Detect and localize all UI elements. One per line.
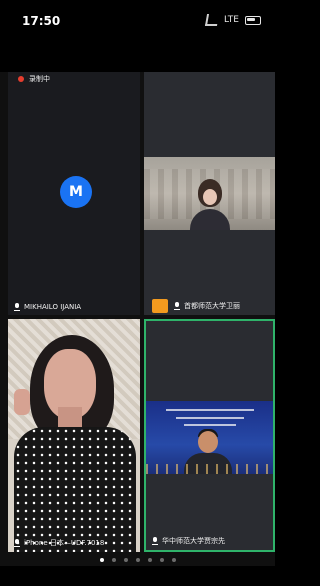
- page-dot[interactable]: [135, 558, 140, 562]
- battery-icon: [245, 15, 261, 25]
- status-time: 17:50: [22, 14, 61, 28]
- participant-tile-4[interactable]: 华中师范大学贾宗先: [144, 319, 275, 552]
- participant-video: [146, 401, 273, 474]
- page-dot[interactable]: [159, 558, 164, 562]
- meeting-screen: 17:50 LTE 录制中 M MIKHAILO IJANIA 首都师范大学卫丽…: [0, 0, 275, 586]
- record-dot-icon: [18, 76, 24, 82]
- person-face: [198, 431, 218, 453]
- person-body: [14, 427, 136, 552]
- mic-muted-icon: [174, 302, 180, 310]
- participant-name: iPhone 日本—UDF.7018: [24, 539, 105, 547]
- participant-label: 首都师范大学卫丽: [174, 301, 240, 311]
- page-dot[interactable]: [111, 558, 116, 562]
- recording-indicator: 录制中: [18, 74, 50, 84]
- host-badge-icon: [152, 299, 168, 313]
- mic-muted-icon: [14, 539, 20, 547]
- stage-lights: [146, 464, 273, 474]
- page-indicator[interactable]: [0, 554, 275, 566]
- network-label: LTE: [224, 15, 239, 25]
- participant-name: 华中师范大学贾宗先: [162, 537, 225, 545]
- page-dot[interactable]: [147, 558, 152, 562]
- mic-muted-icon: [14, 303, 20, 311]
- participant-tile-1[interactable]: 录制中 M MIKHAILO IJANIA: [8, 72, 140, 315]
- participant-tile-3[interactable]: iPhone 日本—UDF.7018: [8, 319, 140, 552]
- avatar: M: [60, 176, 92, 208]
- participant-tile-2[interactable]: 首都师范大学卫丽: [144, 72, 275, 315]
- top-gap: [0, 44, 275, 72]
- person-face: [203, 189, 217, 205]
- video-grid: 录制中 M MIKHAILO IJANIA 首都师范大学卫丽 iPhone 日本…: [8, 72, 275, 552]
- participant-label: 华中师范大学贾宗先: [152, 536, 225, 546]
- status-icons: LTE: [204, 14, 261, 26]
- page-dot[interactable]: [99, 558, 104, 562]
- signal-icon: [204, 14, 220, 26]
- participant-label: MIKHAILO IJANIA: [14, 303, 81, 311]
- person-hand: [14, 389, 30, 415]
- participant-name: MIKHAILO IJANIA: [24, 303, 82, 311]
- recording-label: 录制中: [29, 75, 50, 83]
- page-dot[interactable]: [171, 558, 176, 562]
- status-bar: 17:50 LTE: [0, 0, 275, 44]
- participant-label: iPhone 日本—UDF.7018: [14, 538, 104, 548]
- bottom-bar: [0, 566, 275, 586]
- participant-video: [144, 157, 275, 230]
- banner-text-graphic: [166, 407, 254, 429]
- mic-muted-icon: [152, 537, 158, 545]
- participant-name: 首都师范大学卫丽: [184, 302, 240, 310]
- page-dot[interactable]: [123, 558, 128, 562]
